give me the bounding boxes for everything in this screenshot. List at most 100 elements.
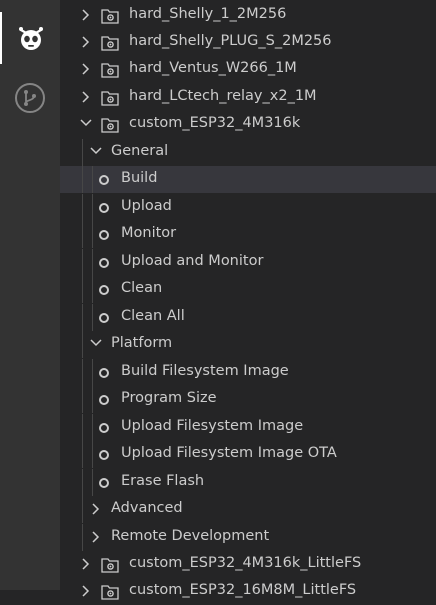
task-label: Upload Filesystem Image OTA — [121, 445, 337, 461]
group-row-platform[interactable]: Platform — [60, 331, 436, 358]
env-row[interactable]: hard_Shelly_1_2M256 — [60, 2, 436, 29]
indent-guide — [82, 524, 83, 551]
task-label: Erase Flash — [121, 473, 205, 489]
task-circle-icon — [99, 230, 109, 240]
project-tasks-tree: hard_Shelly_1_2M256 hard_Shelly_PLUG_S_2… — [60, 0, 436, 600]
group-label: General — [111, 143, 169, 159]
task-clean[interactable]: Clean — [60, 276, 436, 303]
env-row[interactable]: hard_LCtech_relay_x2_1M — [60, 84, 436, 111]
chevron-right-icon[interactable] — [77, 578, 93, 605]
task-build[interactable]: Build — [60, 166, 436, 193]
task-circle-icon — [99, 203, 109, 213]
task-build-filesystem-image[interactable]: Build Filesystem Image — [60, 359, 436, 386]
task-circle-icon — [99, 285, 109, 295]
env-label: hard_Ventus_W266_1M — [129, 60, 297, 76]
indent-guide — [92, 386, 93, 413]
indent-guide — [92, 414, 93, 441]
task-label: Upload — [121, 198, 172, 214]
group-label: Remote Development — [111, 528, 270, 544]
folder-gear-icon — [101, 558, 119, 573]
folder-gear-icon — [101, 63, 119, 78]
task-circle-icon — [99, 450, 109, 460]
indent-guide — [92, 276, 93, 303]
indent-guide — [92, 194, 93, 221]
env-label: hard_Shelly_1_2M256 — [129, 6, 287, 22]
task-label: Upload and Monitor — [121, 253, 264, 269]
indent-guide — [82, 441, 83, 468]
indent-guide — [82, 166, 83, 193]
task-label: Program Size — [121, 390, 217, 406]
chevron-right-icon[interactable] — [77, 29, 93, 56]
indent-guide — [92, 221, 93, 248]
task-upload[interactable]: Upload — [60, 194, 436, 221]
folder-gear-icon — [101, 118, 119, 133]
env-label: hard_LCtech_relay_x2_1M — [129, 88, 317, 104]
task-label: Monitor — [121, 225, 177, 241]
indent-guide — [92, 304, 93, 331]
group-label: Platform — [111, 335, 173, 351]
indent-guide — [82, 496, 83, 523]
indent-guide — [82, 469, 83, 496]
task-upload-and-monitor[interactable]: Upload and Monitor — [60, 249, 436, 276]
task-label: Upload Filesystem Image — [121, 418, 304, 434]
activity-bar — [0, 0, 60, 590]
chevron-right-icon[interactable] — [77, 84, 93, 111]
indent-guide — [82, 276, 83, 303]
task-circle-icon — [99, 478, 109, 488]
task-circle-icon — [99, 313, 109, 323]
task-monitor[interactable]: Monitor — [60, 221, 436, 248]
git-branch-icon — [15, 83, 45, 113]
task-label: Clean All — [121, 308, 185, 324]
indent-guide — [82, 194, 83, 221]
chevron-right-icon[interactable] — [77, 2, 93, 29]
task-upload-filesystem-image[interactable]: Upload Filesystem Image — [60, 414, 436, 441]
chevron-down-icon[interactable] — [77, 111, 93, 138]
group-label: Advanced — [111, 500, 183, 516]
indent-guide — [82, 386, 83, 413]
env-label: custom_ESP32_4M316k_LittleFS — [129, 555, 362, 571]
chevron-right-icon[interactable] — [77, 551, 93, 578]
env-row[interactable]: hard_Shelly_PLUG_S_2M256 — [60, 29, 436, 56]
folder-gear-icon — [101, 91, 119, 106]
env-row-expanded[interactable]: custom_ESP32_4M316k — [60, 111, 436, 138]
indent-guide — [82, 414, 83, 441]
indent-guide — [82, 221, 83, 248]
env-label: custom_ESP32_4M316k — [129, 115, 301, 131]
folder-gear-icon — [101, 585, 119, 600]
indent-guide — [82, 139, 83, 166]
chevron-right-icon[interactable] — [77, 56, 93, 83]
env-row[interactable]: hard_Ventus_W266_1M — [60, 56, 436, 83]
task-label: Build — [121, 170, 158, 186]
git-branch-button[interactable] — [0, 72, 60, 124]
task-upload-filesystem-image-ota[interactable]: Upload Filesystem Image OTA — [60, 441, 436, 468]
indent-guide — [92, 166, 93, 193]
chevron-right-icon[interactable] — [87, 496, 103, 523]
indent-guide — [82, 359, 83, 386]
task-program-size[interactable]: Program Size — [60, 386, 436, 413]
folder-gear-icon — [101, 9, 119, 24]
folder-gear-icon — [101, 36, 119, 51]
task-circle-icon — [99, 368, 109, 378]
indent-guide — [82, 304, 83, 331]
env-label: custom_ESP32_16M8M_LittleFS — [129, 582, 357, 598]
env-row[interactable]: custom_ESP32_16M8M_LittleFS — [60, 578, 436, 605]
task-label: Build Filesystem Image — [121, 363, 289, 379]
indent-guide — [82, 249, 83, 276]
platformio-button[interactable] — [0, 12, 60, 64]
indent-guide — [92, 249, 93, 276]
indent-guide — [92, 359, 93, 386]
chevron-down-icon[interactable] — [87, 139, 103, 166]
chevron-right-icon[interactable] — [87, 524, 103, 551]
chevron-down-icon[interactable] — [87, 331, 103, 358]
env-row[interactable]: custom_ESP32_4M316k_LittleFS — [60, 551, 436, 578]
indent-guide — [82, 331, 83, 358]
group-row-advanced[interactable]: Advanced — [60, 496, 436, 523]
group-row-remote-development[interactable]: Remote Development — [60, 524, 436, 551]
task-clean-all[interactable]: Clean All — [60, 304, 436, 331]
group-row-general[interactable]: General — [60, 139, 436, 166]
task-circle-icon — [99, 423, 109, 433]
task-erase-flash[interactable]: Erase Flash — [60, 469, 436, 496]
task-circle-icon — [99, 258, 109, 268]
task-circle-icon — [99, 395, 109, 405]
platformio-icon — [19, 27, 43, 50]
